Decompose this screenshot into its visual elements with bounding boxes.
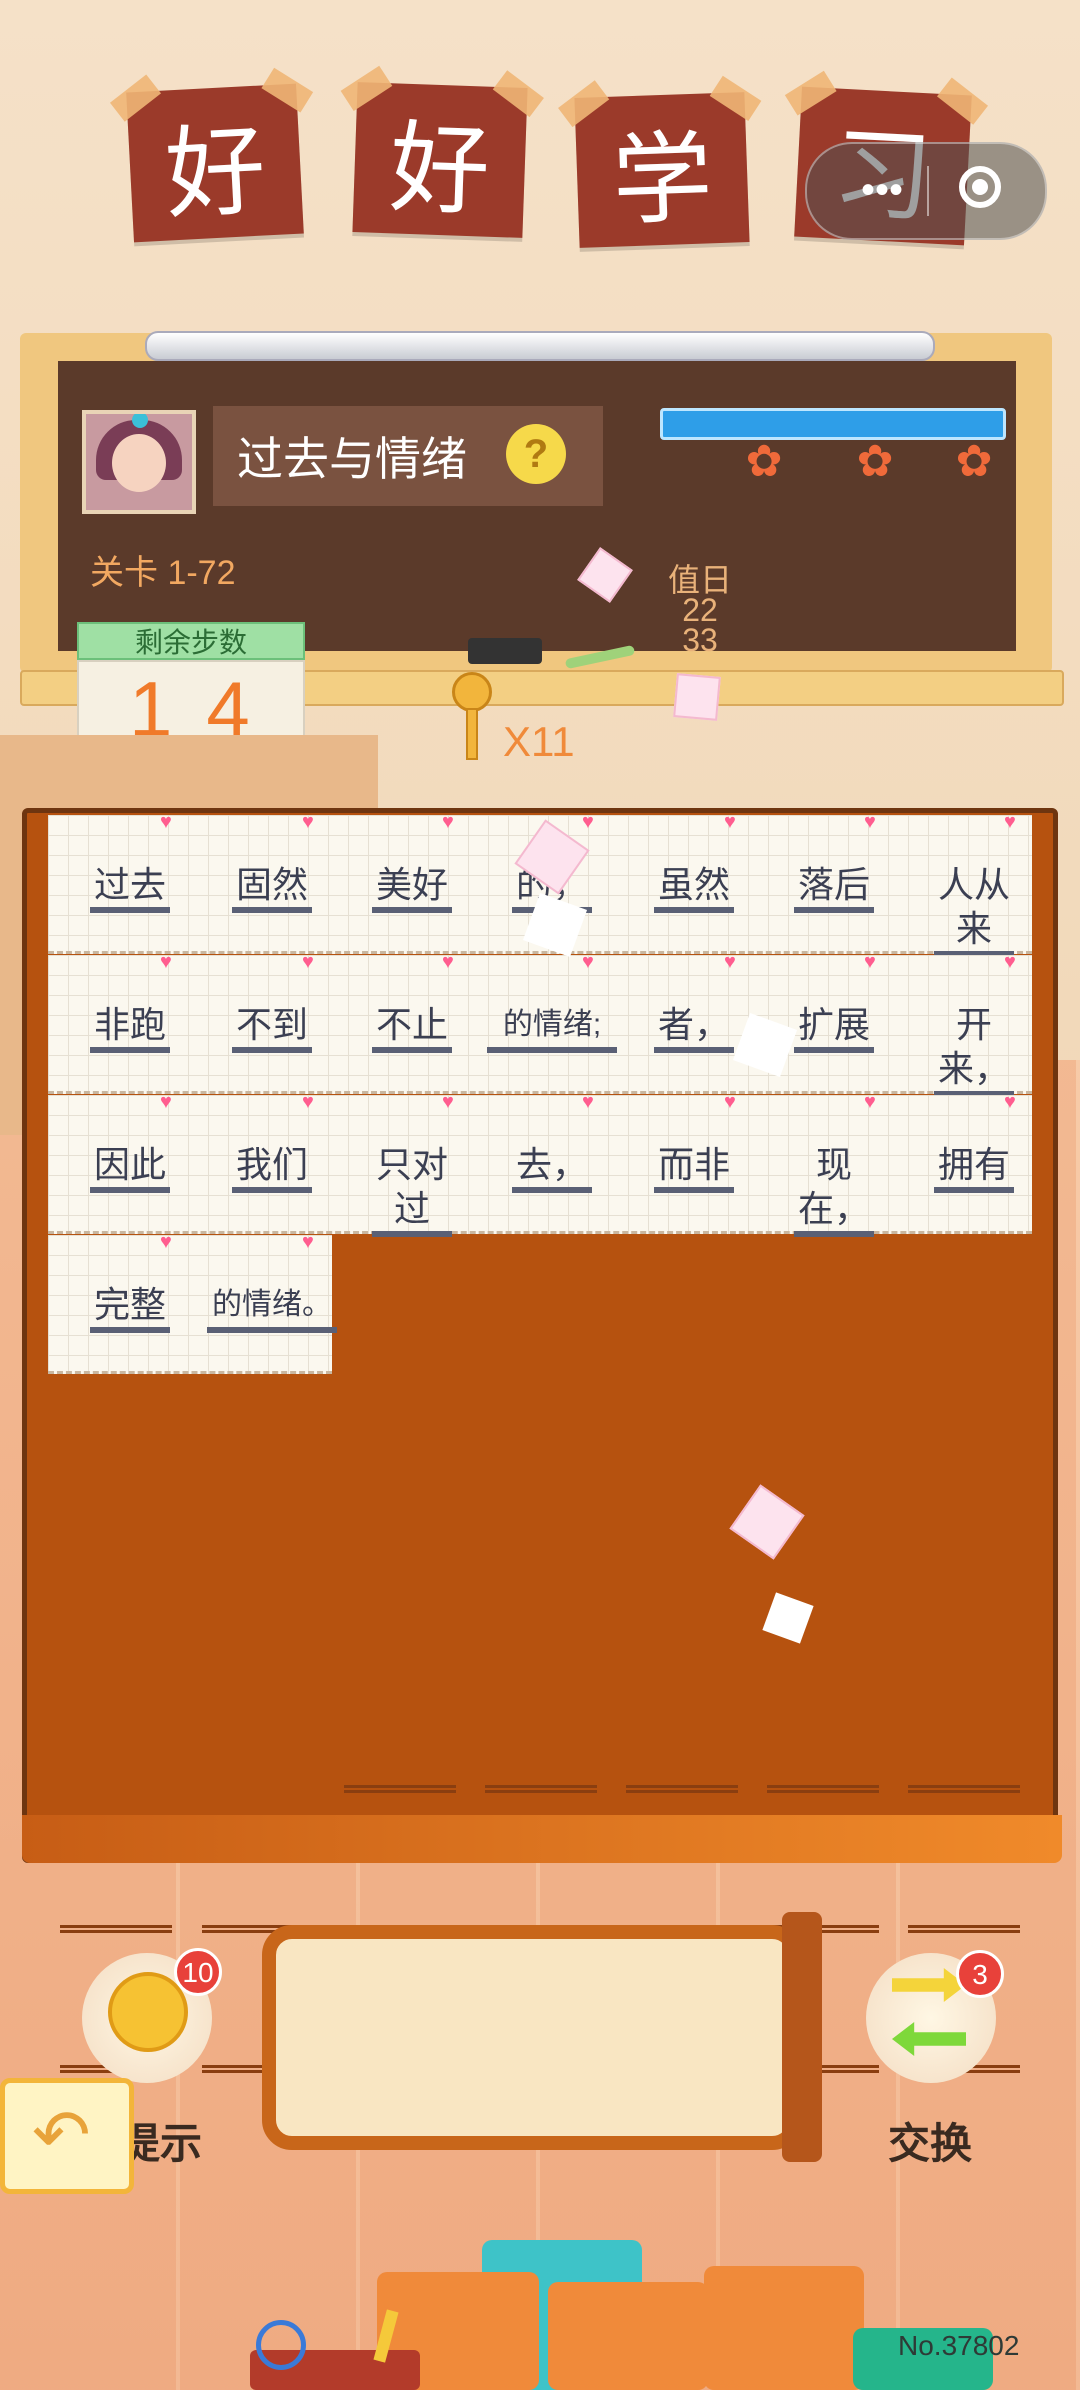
swap-count-badge: 3: [956, 1950, 1004, 1998]
title-char-2: 好: [352, 82, 528, 238]
more-menu-icon[interactable]: •••: [837, 170, 927, 210]
word-tile[interactable]: 落后: [794, 863, 874, 913]
back-arrow-icon: ↶: [32, 2096, 91, 2174]
word-tile[interactable]: 非跑: [90, 1003, 170, 1053]
word-tile[interactable]: 去，: [512, 1143, 592, 1193]
level-label: 关卡 1-72: [90, 554, 236, 592]
chalk-writing: 值日 22 33: [667, 562, 732, 658]
word-tile[interactable]: 美好: [372, 863, 452, 913]
lightbulb-icon: [108, 1972, 188, 2052]
empty-slot: [344, 1785, 456, 1793]
hint-count-badge: 10: [174, 1948, 222, 1996]
word-tile[interactable]: 虽然: [654, 863, 734, 913]
heart-pin-icon: ♥: [724, 1091, 736, 1113]
empty-slot: [485, 1785, 597, 1793]
word-tile[interactable]: 现在，: [794, 1143, 874, 1237]
help-icon[interactable]: ?: [506, 424, 566, 484]
footer-number: No.37802: [898, 2330, 1020, 2361]
decor-block: [704, 2266, 864, 2390]
heart-pin-icon: ♥: [1004, 951, 1016, 973]
flower-icon: ✿: [955, 437, 993, 486]
key-count: X11: [503, 718, 575, 765]
word-tile[interactable]: 不止: [372, 1003, 452, 1053]
word-tile[interactable]: 开来，: [934, 1003, 1014, 1097]
heart-pin-icon: ♥: [1004, 1091, 1016, 1113]
word-tile[interactable]: 拥有: [934, 1143, 1014, 1193]
heart-pin-icon: ♥: [724, 811, 736, 833]
heart-pin-icon: ♥: [302, 951, 314, 973]
word-tile[interactable]: 扩展: [794, 1003, 874, 1053]
word-tile[interactable]: 人从来: [934, 863, 1014, 957]
heart-pin-icon: ♥: [582, 1091, 594, 1113]
decor-block: [548, 2282, 708, 2390]
heart-pin-icon: ♥: [442, 811, 454, 833]
progress-bar: [660, 408, 1006, 440]
answer-tray[interactable]: [262, 1925, 802, 2150]
board-rail: [145, 331, 935, 361]
word-tile[interactable]: 而非: [654, 1143, 734, 1193]
heart-pin-icon: ♥: [442, 1091, 454, 1113]
heart-pin-icon: ♥: [160, 811, 172, 833]
heart-pin-icon: ♥: [302, 1091, 314, 1113]
flower-icon: ✿: [745, 437, 783, 486]
heart-pin-icon: ♥: [160, 951, 172, 973]
heart-pin-icon: ♥: [160, 1231, 172, 1253]
word-tile[interactable]: 只对过: [372, 1143, 452, 1237]
paper-confetti: [673, 673, 721, 721]
heart-pin-icon: ♥: [442, 951, 454, 973]
flower-icon: ✿: [856, 437, 894, 486]
empty-slot: [908, 1785, 1020, 1793]
heart-pin-icon: ♥: [582, 951, 594, 973]
word-tile[interactable]: 不到: [232, 1003, 312, 1053]
word-tile[interactable]: 固然: [232, 863, 312, 913]
empty-slot: [626, 1785, 738, 1793]
heart-pin-icon: ♥: [864, 1091, 876, 1113]
word-tile[interactable]: 的情绪。: [207, 1283, 337, 1333]
heart-pin-icon: ♥: [1004, 811, 1016, 833]
heart-pin-icon: ♥: [582, 811, 594, 833]
topic-text: 过去与情绪: [237, 433, 467, 485]
title-char-1: 好: [126, 83, 304, 243]
word-tile[interactable]: 的情绪;: [487, 1003, 617, 1053]
word-tile[interactable]: 因此: [90, 1143, 170, 1193]
empty-slot: [767, 1785, 879, 1793]
word-tile[interactable]: 者，: [654, 1003, 734, 1053]
eraser: [468, 638, 542, 664]
steps-label: 剩余步数: [77, 622, 305, 660]
heart-pin-icon: ♥: [864, 811, 876, 833]
close-target-icon[interactable]: [959, 166, 1001, 208]
word-tile[interactable]: 我们: [232, 1143, 312, 1193]
key-icon: [450, 672, 494, 762]
miniprogram-capsule: •••: [805, 142, 1047, 240]
heart-pin-icon: ♥: [302, 1231, 314, 1253]
word-tile[interactable]: 过去: [90, 863, 170, 913]
empty-slot: [60, 1925, 172, 1933]
word-tile[interactable]: 完整: [90, 1283, 170, 1333]
heart-pin-icon: ♥: [864, 951, 876, 973]
heart-pin-icon: ♥: [160, 1091, 172, 1113]
swap-label: 交换: [888, 2120, 973, 2167]
stationery-cup-icon: [240, 2309, 430, 2390]
avatar: [82, 410, 196, 514]
heart-pin-icon: ♥: [302, 811, 314, 833]
heart-pin-icon: ♥: [724, 951, 736, 973]
title-char-3: 学: [574, 92, 750, 248]
empty-slot: [908, 1925, 1020, 1933]
